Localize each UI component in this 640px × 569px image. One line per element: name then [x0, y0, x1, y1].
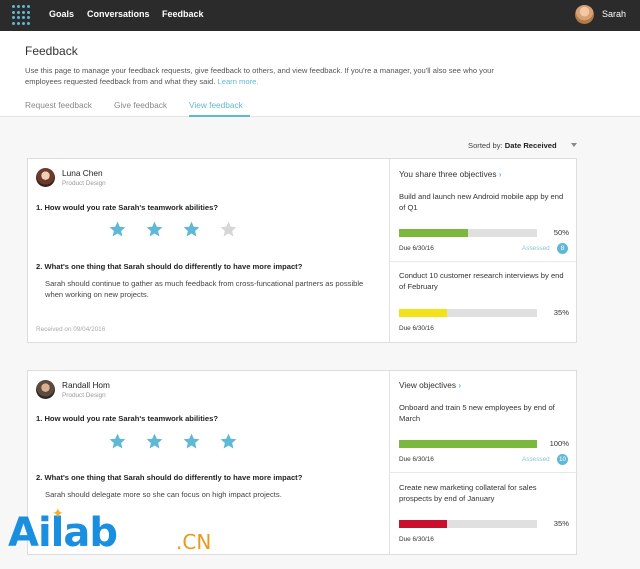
star-filled-icon — [109, 433, 126, 449]
due-date: Due 6/30/16 — [399, 536, 434, 543]
answer-text: Sarah should continue to gather as much … — [45, 279, 364, 299]
avatar — [36, 380, 55, 399]
objective-title[interactable]: Create new marketing collateral for sale… — [399, 482, 569, 504]
sort-dropdown[interactable]: Sorted by: Date Received — [468, 141, 557, 150]
objective-title[interactable]: Onboard and train 5 new employees by end… — [399, 402, 569, 424]
page-description: Use this page to manage your feedback re… — [25, 65, 515, 87]
star-icon: ✦ — [52, 505, 64, 521]
answer-text: Sarah should delegate more so she can fo… — [45, 490, 282, 499]
assessed-count-badge: 8 — [557, 243, 568, 254]
question-2: 2. What's one thing that Sarah should do… — [36, 262, 303, 271]
star-filled-icon — [220, 433, 237, 449]
reviewer-name: Randall Hom — [62, 380, 110, 390]
nav-conversations[interactable]: Conversations — [87, 9, 150, 19]
top-navigation-bar: Goals Conversations Feedback Sarah — [0, 0, 640, 31]
objective-separator — [390, 472, 578, 473]
progress-percent: 35% — [553, 519, 569, 528]
due-date: Due 6/30/16 — [399, 456, 434, 463]
card-divider — [389, 371, 390, 554]
card-divider — [389, 159, 390, 342]
question-2: 2. What's one thing that Sarah should do… — [36, 473, 303, 482]
objective-title[interactable]: Conduct 10 customer research interviews … — [399, 270, 569, 292]
chevron-right-icon: › — [458, 380, 462, 390]
objective-progress-bar — [399, 229, 537, 237]
received-date: Received on 09/04/2016 — [36, 326, 106, 333]
objective-separator — [390, 261, 578, 262]
reviewer-role: Product Design — [62, 180, 106, 187]
objectives-header-text: You share three objectives — [399, 169, 497, 179]
objectives-header-link[interactable]: View objectives › — [399, 380, 461, 390]
assessed-count-badge: 10 — [557, 454, 568, 465]
star-filled-icon — [183, 433, 200, 449]
tab-view-feedback[interactable]: View feedback — [189, 100, 243, 110]
tab-give-feedback[interactable]: Give feedback — [114, 100, 167, 110]
objective-progress-bar — [399, 309, 537, 317]
learn-more-link[interactable]: Learn more. — [218, 77, 259, 86]
user-avatar[interactable] — [575, 5, 594, 24]
progress-fill — [399, 520, 448, 528]
question-1: 1. How would you rate Sarah's teamwork a… — [36, 414, 218, 423]
reviewer-role: Product Design — [62, 392, 106, 399]
progress-percent: 50% — [553, 228, 569, 237]
nav-goals[interactable]: Goals — [49, 9, 74, 19]
assessed-label: Assessed — [522, 456, 550, 463]
progress-fill — [399, 309, 448, 317]
progress-fill — [399, 440, 537, 448]
objectives-header-link[interactable]: You share three objectives › — [399, 169, 502, 179]
avatar — [36, 168, 55, 187]
assessed-label: Assessed — [522, 245, 550, 252]
nav-feedback[interactable]: Feedback — [162, 9, 204, 19]
objective-progress-bar — [399, 520, 537, 528]
description-text: Use this page to manage your feedback re… — [25, 66, 494, 86]
feedback-card: Luna Chen Product Design 1. How would yo… — [27, 158, 578, 343]
objective-title[interactable]: Build and launch new Android mobile app … — [399, 191, 569, 213]
star-filled-icon — [109, 221, 126, 237]
tab-request-feedback[interactable]: Request feedback — [25, 100, 92, 110]
chevron-down-icon[interactable] — [571, 143, 577, 147]
due-date: Due 6/30/16 — [399, 325, 434, 332]
star-filled-icon — [146, 433, 163, 449]
progress-fill — [399, 229, 468, 237]
star-empty-icon — [220, 221, 237, 237]
chevron-right-icon: › — [498, 169, 502, 179]
sort-value: Date Received — [504, 141, 557, 150]
objectives-header-text: View objectives — [399, 380, 457, 390]
progress-percent: 100% — [549, 439, 569, 448]
reviewer-name: Luna Chen — [62, 168, 103, 178]
star-filled-icon — [183, 221, 200, 237]
watermark-suffix: .CN — [176, 530, 212, 554]
page-header: Feedback Use this page to manage your fe… — [0, 31, 640, 117]
question-1: 1. How would you rate Sarah's teamwork a… — [36, 203, 218, 212]
sort-label: Sorted by: — [468, 141, 503, 150]
page-title: Feedback — [25, 44, 78, 58]
app-logo-icon[interactable] — [12, 5, 32, 25]
progress-percent: 35% — [553, 308, 569, 317]
objective-progress-bar — [399, 440, 537, 448]
user-name[interactable]: Sarah — [602, 9, 626, 19]
active-tab-indicator — [189, 115, 250, 117]
star-filled-icon — [146, 221, 163, 237]
due-date: Due 6/30/16 — [399, 245, 434, 252]
